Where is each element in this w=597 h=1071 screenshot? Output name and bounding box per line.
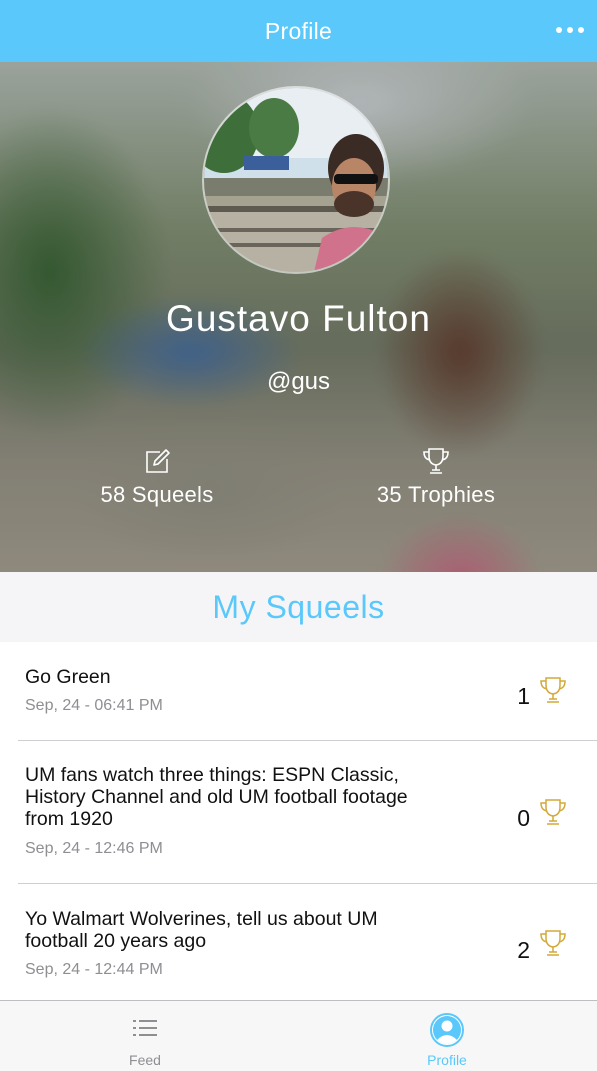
profile-header: Gustavo Fulton @gus 58 Squeels 35 Trophi… <box>0 62 597 572</box>
user-icon <box>430 1013 464 1047</box>
tab-feed-label: Feed <box>129 1052 161 1068</box>
list-item[interactable]: Yo Walmart Wolverines, tell us about UM … <box>0 884 597 1000</box>
squeel-text: Yo Walmart Wolverines, tell us about UM … <box>25 908 378 952</box>
tab-bar: Feed Profile <box>0 1000 597 1071</box>
profile-handle: @gus <box>266 368 331 395</box>
my-squeels-heading: My Squeels <box>0 572 597 642</box>
trophy-count: 0 <box>517 805 530 831</box>
squeel-date: Sep, 24 - 06:41 PM <box>25 697 163 714</box>
trophy-count: 2 <box>517 937 530 963</box>
squeels-count-label: 58 Squeels <box>100 482 214 507</box>
squeel-date: Sep, 24 - 12:46 PM <box>25 840 163 857</box>
squeel-date: Sep, 24 - 12:44 PM <box>25 961 163 978</box>
squeel-text: UM fans watch three things: ESPN Classic… <box>25 764 408 830</box>
more-dots-icon[interactable] <box>553 18 587 42</box>
trophies-count-stat[interactable]: 35 Trophies <box>336 446 536 508</box>
trophy-icon <box>423 448 449 474</box>
page-title: Profile <box>264 17 333 44</box>
trophies-count-label: 35 Trophies <box>376 482 496 507</box>
trophy-icon[interactable] <box>537 675 569 705</box>
navigation-bar: Profile <box>0 0 597 62</box>
trophy-icon[interactable] <box>537 797 569 827</box>
compose-icon <box>146 449 170 473</box>
list-icon <box>133 1020 157 1036</box>
tab-feed[interactable]: Feed <box>70 1001 220 1071</box>
list-item[interactable]: UM fans watch three things: ESPN Classic… <box>0 741 597 883</box>
squeel-text: Go Green <box>25 666 111 688</box>
profile-name: Gustavo Fulton <box>166 298 431 339</box>
avatar[interactable] <box>202 86 390 274</box>
list-item[interactable]: Go Green Sep, 24 - 06:41 PM 1 <box>0 642 597 740</box>
squeels-count-stat[interactable]: 58 Squeels <box>57 446 257 508</box>
tab-profile[interactable]: Profile <box>372 1001 522 1071</box>
trophy-icon[interactable] <box>537 928 569 958</box>
trophy-count: 1 <box>517 683 530 709</box>
tab-profile-label: Profile <box>427 1052 467 1068</box>
